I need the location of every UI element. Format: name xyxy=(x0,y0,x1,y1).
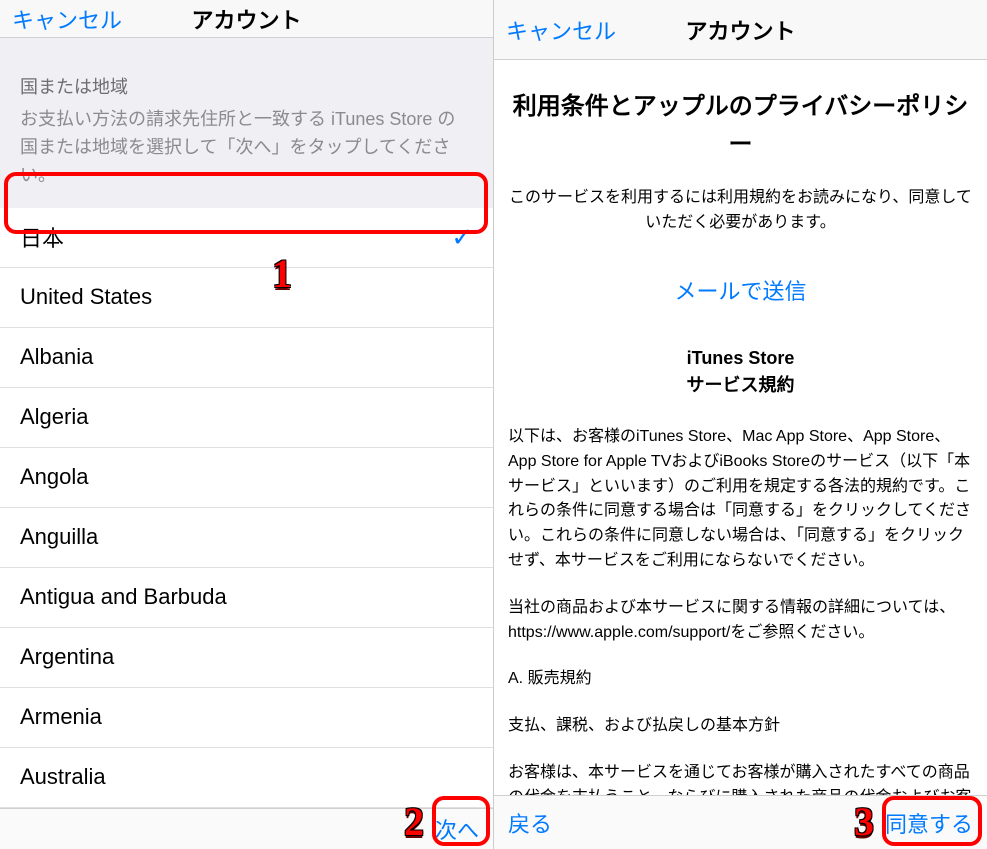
country-name: Albania xyxy=(20,344,93,370)
left-footer: 次へ xyxy=(0,808,493,849)
next-button[interactable]: 次へ xyxy=(435,813,479,845)
country-item[interactable]: Antigua and Barbuda xyxy=(0,568,493,628)
country-name: Antigua and Barbuda xyxy=(20,584,227,610)
check-icon: ✓ xyxy=(451,222,473,253)
terms-paragraph: A. 販売規約 xyxy=(508,667,973,692)
cancel-button[interactable]: キャンセル xyxy=(12,3,122,35)
country-name: Armenia xyxy=(20,704,102,730)
country-item[interactable]: United States xyxy=(0,268,493,328)
terms-paragraph: お客様は、本サービスを通じてお客様が購入されたすべての商品の代金を支払うこと、な… xyxy=(508,761,973,795)
section-text: お支払い方法の請求先住所と一致する iTunes Store の国または地域を選… xyxy=(20,109,455,185)
country-item-japan[interactable]: 日本 ✓ xyxy=(0,208,493,268)
section-description: 国または地域 お支払い方法の請求先住所と一致する iTunes Store の国… xyxy=(0,38,493,208)
right-header: キャンセル アカウント xyxy=(494,0,987,60)
country-item[interactable]: Armenia xyxy=(0,688,493,748)
right-footer: 戻る 同意する xyxy=(494,795,987,849)
country-name: Anguilla xyxy=(20,524,98,550)
country-name: Australia xyxy=(20,764,106,790)
country-item[interactable]: Angola xyxy=(0,448,493,508)
section-label: 国または地域 xyxy=(20,74,473,102)
right-screen: キャンセル アカウント 利用条件とアップルのプライバシーポリシー このサービスを… xyxy=(494,0,987,849)
store-title: iTunes Store xyxy=(508,348,973,369)
terms-body: 利用条件とアップルのプライバシーポリシー このサービスを利用するには利用規約をお… xyxy=(494,60,987,795)
terms-note: このサービスを利用するには利用規約をお読みになり、同意していただく必要があります… xyxy=(508,185,973,236)
agree-button[interactable]: 同意する xyxy=(885,807,973,839)
country-name: Angola xyxy=(20,464,89,490)
terms-paragraph: 支払、課税、および払戻しの基本方針 xyxy=(508,714,973,739)
country-name: United States xyxy=(20,284,152,310)
left-header: キャンセル アカウント xyxy=(0,0,493,38)
country-item[interactable]: Australia xyxy=(0,748,493,808)
header-title: アカウント xyxy=(685,14,795,46)
mail-link[interactable]: メールで送信 xyxy=(508,274,973,306)
country-name: Argentina xyxy=(20,644,114,670)
terms-paragraph: 当社の商品および本サービスに関する情報の詳細については、https://www.… xyxy=(508,596,973,646)
terms-heading: 利用条件とアップルのプライバシーポリシー xyxy=(508,88,973,165)
cancel-button[interactable]: キャンセル xyxy=(506,14,616,46)
country-item[interactable]: Albania xyxy=(0,328,493,388)
country-item[interactable]: Argentina xyxy=(0,628,493,688)
header-title: アカウント xyxy=(191,3,301,35)
country-list: 日本 ✓ United States Albania Algeria Angol… xyxy=(0,208,493,808)
country-name: 日本 xyxy=(20,221,64,253)
terms-paragraph: 以下は、お客様のiTunes Store、Mac App Store、App S… xyxy=(508,425,973,574)
back-button[interactable]: 戻る xyxy=(508,807,552,839)
country-item[interactable]: Anguilla xyxy=(0,508,493,568)
store-subtitle: サービス規約 xyxy=(508,371,973,397)
left-screen: キャンセル アカウント 国または地域 お支払い方法の請求先住所と一致する iTu… xyxy=(0,0,494,849)
country-name: Algeria xyxy=(20,404,88,430)
country-item[interactable]: Algeria xyxy=(0,388,493,448)
